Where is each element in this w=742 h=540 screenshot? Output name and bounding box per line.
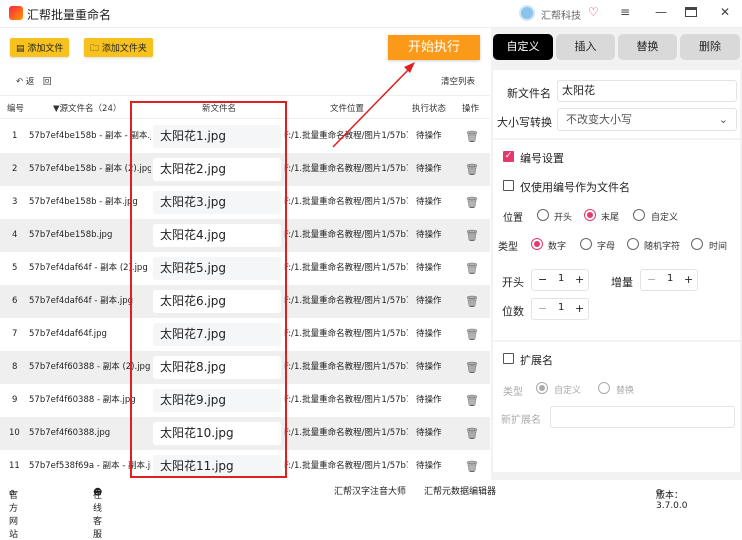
support-label: 在线客服 <box>93 491 103 540</box>
minus-icon[interactable]: − <box>538 302 547 315</box>
tab-insert[interactable]: 插入 <box>556 34 615 60</box>
increment-label: 增量 <box>611 276 633 289</box>
link-pinyin[interactable]: 汇帮汉字注音大师 <box>334 484 406 497</box>
minus-icon[interactable]: − <box>647 273 656 286</box>
type-option-random: 随机字符 <box>644 242 681 252</box>
type-radio-time[interactable] <box>691 238 703 250</box>
minus-icon[interactable]: − <box>538 273 547 286</box>
position-radio-start[interactable] <box>537 209 549 221</box>
tab-delete[interactable]: 删除 <box>680 34 740 60</box>
link-metadata[interactable]: 汇帮元数据编辑器 <box>424 484 496 497</box>
increment-value: 1 <box>667 273 674 284</box>
plus-icon[interactable]: + <box>575 302 584 315</box>
start-value: 1 <box>558 273 565 284</box>
ext-type-radio-custom <box>536 382 548 394</box>
position-radio-custom[interactable] <box>633 209 645 221</box>
tab-custom[interactable]: 自定义 <box>493 34 553 60</box>
start-stepper[interactable]: −1 + <box>531 269 589 291</box>
numbering-checkbox[interactable]: ✓ <box>503 151 514 162</box>
type-radio-random[interactable] <box>627 238 639 250</box>
ext-type-radio-replace <box>598 382 610 394</box>
position-option-end: 末尾 <box>601 213 620 223</box>
status-bar: ⌂ 官方网站 ☻ 在线客服 汇帮汉字注音大师 汇帮元数据编辑器 ⟳ 版本：3.7… <box>0 480 742 540</box>
ext-type-option-replace: 替换 <box>616 386 635 396</box>
type-option-time: 时间 <box>709 242 728 252</box>
type-option-number: 数字 <box>548 242 567 252</box>
type-label: 类型 <box>498 242 518 253</box>
digits-value: 1 <box>558 302 565 313</box>
only-number-checkbox[interactable] <box>503 180 514 191</box>
tab-replace[interactable]: 替换 <box>618 34 677 60</box>
new-ext-input[interactable] <box>550 406 735 428</box>
plus-icon[interactable]: + <box>684 273 693 286</box>
only-number-label: 仅使用编号作为文件名 <box>520 181 630 194</box>
ext-type-option-custom: 自定义 <box>554 386 582 396</box>
newname-label: 新文件名 <box>507 87 551 100</box>
newname-input[interactable]: 太阳花 <box>557 80 737 102</box>
chevron-down-icon: ⌄ <box>718 113 728 126</box>
position-option-start: 开头 <box>554 213 573 223</box>
increment-stepper[interactable]: −1 + <box>640 269 698 291</box>
type-option-letter: 字母 <box>597 242 616 252</box>
extension-label: 扩展名 <box>520 354 553 367</box>
position-radio-end[interactable] <box>584 209 596 221</box>
type-radio-number[interactable] <box>531 238 543 250</box>
case-label: 大小写转换 <box>497 116 552 129</box>
extension-checkbox[interactable] <box>503 353 514 364</box>
digits-stepper[interactable]: −1 + <box>531 298 589 320</box>
plus-icon[interactable]: + <box>575 273 584 286</box>
website-label: 官方网站 <box>9 491 19 540</box>
numbering-label: 编号设置 <box>520 152 564 165</box>
position-option-custom: 自定义 <box>651 213 679 223</box>
case-select[interactable]: 不改变大小写 ⌄ <box>557 108 737 131</box>
start-label: 开头 <box>502 276 524 289</box>
new-ext-label: 新扩展名 <box>501 415 541 426</box>
position-label: 位置 <box>503 213 523 224</box>
ext-type-label: 类型 <box>503 387 523 398</box>
type-radio-letter[interactable] <box>580 238 592 250</box>
digits-label: 位数 <box>502 305 524 318</box>
case-value: 不改变大小写 <box>566 113 632 126</box>
